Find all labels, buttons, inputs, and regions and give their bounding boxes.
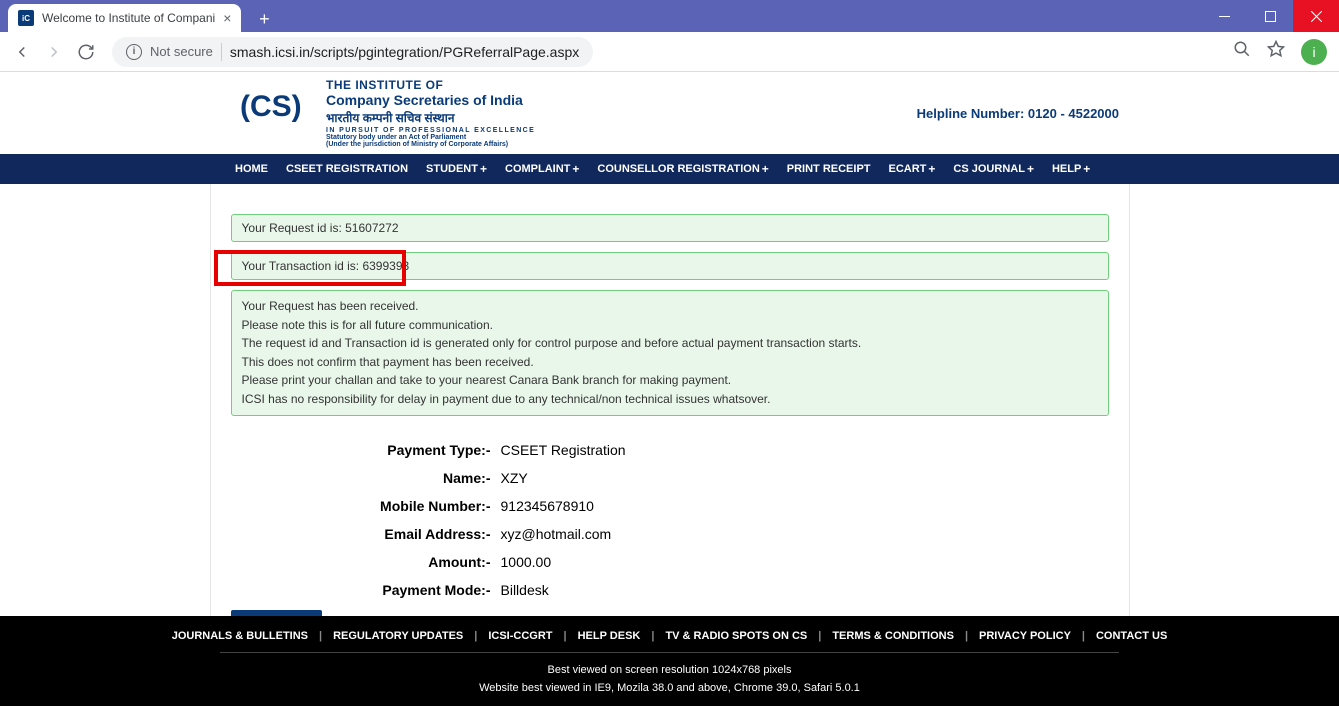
reload-button[interactable] (76, 42, 96, 62)
payment-type-value: CSEET Registration (501, 442, 626, 458)
close-icon[interactable]: × (223, 10, 231, 26)
bookmark-icon[interactable] (1267, 40, 1285, 63)
zoom-icon[interactable] (1233, 40, 1251, 63)
page-footer: JOURNALS & BULLETINS| REGULATORY UPDATES… (0, 616, 1339, 706)
helpline-number: Helpline Number: 0120 - 4522000 (917, 106, 1119, 121)
nav-home[interactable]: HOME (235, 163, 268, 175)
email-value: xyz@hotmail.com (501, 526, 612, 542)
mobile-value: 912345678910 (501, 498, 594, 514)
browser-tab[interactable]: iC Welcome to Institute of Compani × (8, 4, 241, 32)
nav-journal[interactable]: CS JOURNAL+ (953, 162, 1034, 176)
security-status: Not secure (150, 44, 213, 59)
svg-text:(CS): (CS) (240, 90, 302, 123)
plus-icon: + (480, 162, 487, 176)
mode-label: Payment Mode:- (231, 582, 501, 598)
footer-link-privacy[interactable]: PRIVACY POLICY (979, 630, 1071, 642)
icsi-logo: (CS) (240, 78, 314, 134)
footer-link-terms[interactable]: TERMS & CONDITIONS (832, 630, 954, 642)
request-id-box: Your Request id is: 51607272 (231, 214, 1109, 242)
payment-details: Payment Type:-CSEET Registration Name:-X… (231, 442, 1109, 598)
nav-help[interactable]: HELP+ (1052, 162, 1090, 176)
plus-icon: + (1083, 162, 1090, 176)
payment-type-label: Payment Type:- (231, 442, 501, 458)
amount-label: Amount:- (231, 554, 501, 570)
plus-icon: + (762, 162, 769, 176)
footer-link-helpdesk[interactable]: HELP DESK (578, 630, 641, 642)
forward-button (44, 42, 64, 62)
footer-link-ccgrt[interactable]: ICSI-CCGRT (488, 630, 552, 642)
separator (221, 43, 222, 61)
tab-favicon: iC (18, 10, 34, 26)
nav-print[interactable]: PRINT RECEIPT (787, 163, 871, 175)
content-area: Your Request id is: 51607272 Your Transa… (210, 184, 1130, 689)
nav-ecart[interactable]: ECART+ (889, 162, 936, 176)
new-tab-button[interactable]: + (251, 6, 277, 32)
footer-info: Best viewed on screen resolution 1024x76… (0, 661, 1339, 698)
footer-link-contact[interactable]: CONTACT US (1096, 630, 1167, 642)
browser-address-bar: i Not secure smash.icsi.in/scripts/pgint… (0, 32, 1339, 72)
main-nav: HOME CSEET REGISTRATION STUDENT+ COMPLAI… (0, 154, 1339, 184)
name-label: Name:- (231, 470, 501, 486)
close-window-button[interactable] (1293, 0, 1339, 32)
nav-counsellor[interactable]: COUNSELLOR REGISTRATION+ (597, 162, 768, 176)
logo-text-block: THE INSTITUTE OF Company Secretaries of … (326, 78, 535, 148)
name-value: XZY (501, 470, 528, 486)
plus-icon: + (928, 162, 935, 176)
mobile-label: Mobile Number:- (231, 498, 501, 514)
url-text: smash.icsi.in/scripts/pgintegration/PGRe… (230, 44, 579, 60)
footer-link-journals[interactable]: JOURNALS & BULLETINS (172, 630, 308, 642)
mode-value: Billdesk (501, 582, 549, 598)
url-field[interactable]: i Not secure smash.icsi.in/scripts/pgint… (112, 37, 593, 67)
info-icon: i (126, 44, 142, 60)
page-header: (CS) THE INSTITUTE OF Company Secretarie… (0, 72, 1339, 154)
profile-avatar[interactable]: i (1301, 39, 1327, 65)
footer-link-tvradio[interactable]: TV & RADIO SPOTS ON CS (665, 630, 807, 642)
tab-title: Welcome to Institute of Compani (42, 11, 215, 25)
nav-student[interactable]: STUDENT+ (426, 162, 487, 176)
email-label: Email Address:- (231, 526, 501, 542)
nav-cseet[interactable]: CSEET REGISTRATION (286, 163, 408, 175)
info-message-box: Your Request has been received. Please n… (231, 290, 1109, 416)
footer-divider (220, 652, 1119, 653)
maximize-button[interactable] (1247, 0, 1293, 32)
transaction-id-box: Your Transaction id is: 6399393 (231, 252, 1109, 280)
browser-titlebar: iC Welcome to Institute of Compani × + (0, 0, 1339, 32)
nav-complaint[interactable]: COMPLAINT+ (505, 162, 579, 176)
plus-icon: + (572, 162, 579, 176)
footer-link-regulatory[interactable]: REGULATORY UPDATES (333, 630, 463, 642)
amount-value: 1000.00 (501, 554, 552, 570)
plus-icon: + (1027, 162, 1034, 176)
back-button[interactable] (12, 42, 32, 62)
minimize-button[interactable] (1201, 0, 1247, 32)
